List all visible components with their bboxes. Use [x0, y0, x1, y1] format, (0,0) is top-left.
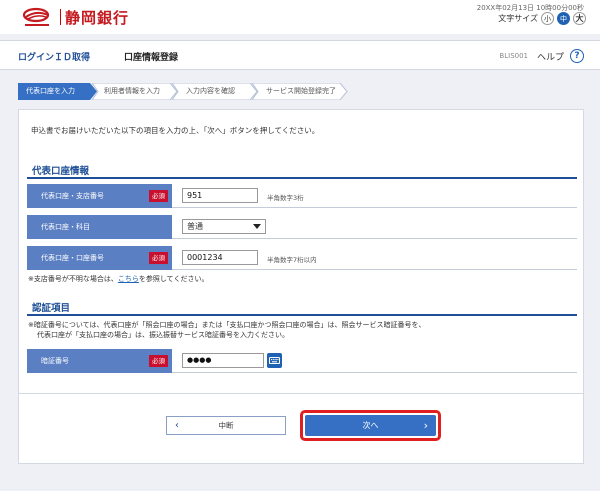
- bank-logo[interactable]: 静岡銀行: [22, 6, 129, 28]
- step-4: サービス開始登録完了: [252, 83, 348, 100]
- note-suffix: を参照してください。: [138, 275, 209, 283]
- help-link[interactable]: ヘルプ: [537, 50, 564, 63]
- font-size-control: 文字サイズ 小 中 大: [498, 12, 586, 25]
- pin-note-line1: ※暗証番号については、代表口座が「照会口座の場合」または「支払口座かつ照会口座の…: [28, 321, 426, 329]
- step-label: 代表口座を入力: [26, 87, 75, 95]
- account-number-hint: 半角数字7桁以内: [267, 256, 317, 264]
- page-header: ログインＩＤ取得 口座情報登録 BLIS001 ヘルプ ?: [0, 40, 600, 70]
- note-prefix: ※支店番号が不明な場合は、: [28, 275, 118, 283]
- step-3: 入力内容を確認: [172, 83, 258, 100]
- bank-name: 静岡銀行: [65, 8, 130, 27]
- required-badge: 必須: [149, 355, 168, 367]
- pin-input[interactable]: ●●●●: [182, 353, 264, 368]
- font-size-label: 文字サイズ: [498, 14, 538, 23]
- footer-divider: [19, 393, 583, 394]
- cancel-button-label: 中断: [218, 421, 234, 430]
- chevron-right-icon: ›: [423, 419, 428, 432]
- font-size-medium-button[interactable]: 中: [557, 12, 570, 25]
- branch-lookup-link[interactable]: こちら: [118, 275, 139, 283]
- account-type-label: 代表口座・科目: [27, 215, 172, 239]
- branch-number-hint: 半角数字3桁: [267, 194, 304, 202]
- screen-code: BLIS001: [499, 52, 528, 60]
- shizuoka-bank-logo-icon: [22, 6, 56, 28]
- step-label: サービス開始登録完了: [266, 87, 336, 95]
- font-size-small-button[interactable]: 小: [541, 12, 554, 25]
- page-subtitle: 口座情報登録: [124, 53, 179, 63]
- intro-text: 申込書でお届けいただいた以下の項目を入力の上、「次へ」ボタンを押してください。: [31, 126, 320, 135]
- branch-number-input[interactable]: 951: [182, 188, 258, 203]
- step-1: 代表口座を入力: [18, 83, 98, 100]
- pin-row: 暗証番号 必須 ●●●●: [27, 349, 577, 373]
- section-divider: [27, 314, 577, 316]
- step-label: 利用者情報を入力: [104, 87, 160, 95]
- keyboard-icon[interactable]: [267, 353, 282, 368]
- next-button-highlight: 次へ ›: [300, 410, 441, 441]
- next-button-label: 次へ: [362, 421, 379, 430]
- account-section-title: 代表口座情報: [32, 166, 90, 177]
- question-circle-icon[interactable]: ?: [570, 49, 584, 63]
- required-badge: 必須: [149, 190, 168, 202]
- auth-section-title: 認証項目: [32, 303, 71, 314]
- required-badge: 必須: [149, 252, 168, 264]
- page-title: ログインＩＤ取得: [18, 53, 91, 63]
- account-type-value: 普通: [187, 222, 203, 231]
- main-panel: 申込書でお届けいただいた以下の項目を入力の上、「次へ」ボタンを押してください。 …: [18, 109, 584, 464]
- account-number-input[interactable]: 0001234: [182, 250, 258, 265]
- logo-separator: [60, 9, 61, 25]
- next-button[interactable]: 次へ ›: [305, 415, 436, 436]
- top-bar: 静岡銀行 20XX年02月13日 10時00分00秒 文字サイズ 小 中 大: [0, 0, 600, 34]
- account-number-row: 代表口座・口座番号 必須 0001234 半角数字7桁以内: [27, 246, 577, 270]
- step-label: 入力内容を確認: [186, 87, 235, 95]
- account-type-row: 代表口座・科目 普通: [27, 215, 577, 239]
- branch-lookup-note: ※支店番号が不明な場合は、こちらを参照してください。: [28, 274, 208, 284]
- section-divider: [27, 177, 577, 179]
- cancel-button[interactable]: ‹ 中断: [166, 416, 286, 435]
- step-2: 利用者情報を入力: [92, 83, 178, 100]
- chevron-down-icon: [253, 224, 261, 229]
- font-size-large-button[interactable]: 大: [573, 12, 586, 25]
- account-type-select[interactable]: 普通: [182, 219, 266, 234]
- branch-number-row: 代表口座・支店番号 必須 951 半角数字3桁: [27, 184, 577, 208]
- chevron-left-icon: ‹: [175, 420, 179, 431]
- progress-steps: 代表口座を入力 利用者情報を入力 入力内容を確認 サービス開始登録完了: [18, 83, 348, 100]
- pin-note-line2: 代表口座が「支払口座の場合」は、振込振替サービス暗証番号を入力ください。: [37, 331, 289, 339]
